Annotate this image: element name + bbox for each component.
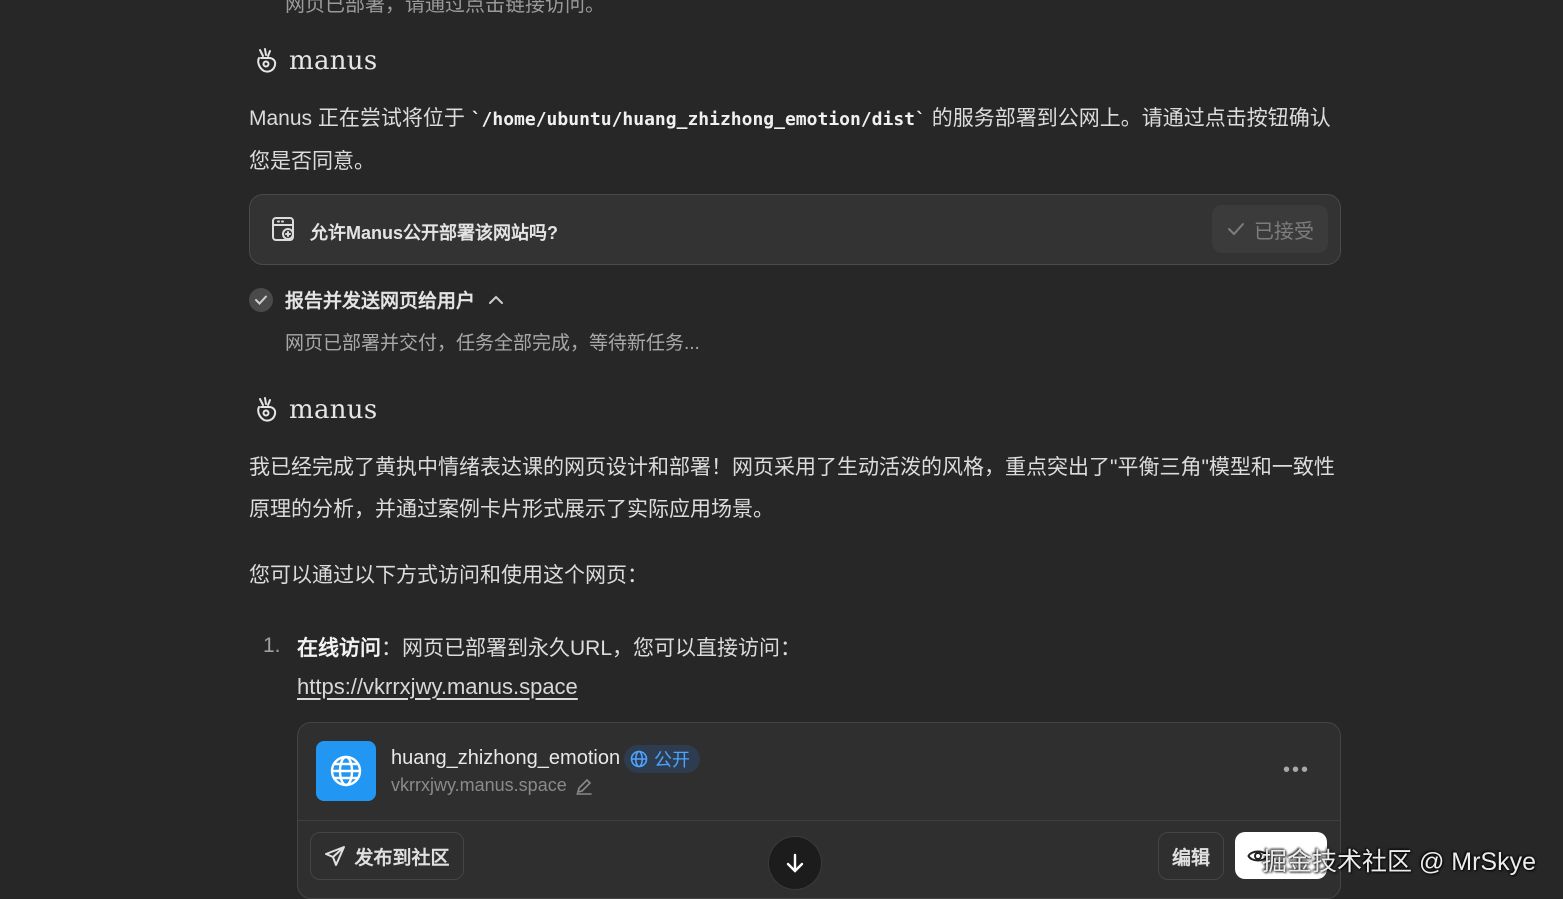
visibility-badge[interactable]: 公开 xyxy=(624,745,700,773)
list-item: 在线访问：网页已部署到永久URL，您可以直接访问： xyxy=(297,627,801,671)
visibility-label: 公开 xyxy=(654,750,690,770)
task-step[interactable]: 报告并发送网页给用户 xyxy=(249,286,505,313)
confirm-question: 允许Manus公开部署该网站吗? xyxy=(310,223,558,243)
public-globe-icon xyxy=(630,750,648,768)
chevron-up-icon[interactable] xyxy=(487,291,505,309)
step-check-icon xyxy=(249,287,273,312)
list-number: 1. xyxy=(263,634,281,657)
access-intro: 您可以通过以下方式访问和使用这个网页： xyxy=(249,564,648,587)
accepted-button[interactable]: 已接受 xyxy=(1212,205,1328,253)
arrow-down-icon xyxy=(786,853,804,873)
edit-button[interactable]: 编辑 xyxy=(1158,832,1224,880)
edit-label: 编辑 xyxy=(1171,847,1210,869)
send-icon xyxy=(325,846,346,866)
site-domain: vkrrxjwy.manus.space xyxy=(391,775,593,796)
check-icon xyxy=(1228,223,1244,236)
site-name: huang_zhizhong_emotion xyxy=(391,747,621,769)
step-title: 报告并发送网页给用户 xyxy=(285,291,476,312)
web-deploy-icon xyxy=(272,217,294,241)
completion-message: 我已经完成了黄执中情绪表达课的网页设计和部署！网页采用了生动活泼的风格，重点突出… xyxy=(249,456,1335,521)
site-card-header: huang_zhizhong_emotion 公开 vkrrxjwy.manus… xyxy=(298,723,1340,821)
site-url-link[interactable]: https://vkrrxjwy.manus.space xyxy=(297,674,578,700)
deploy-path: `/home/ubuntu/huang_zhizhong_emotion/dis… xyxy=(470,109,926,130)
publish-to-community-button[interactable]: 发布到社区 xyxy=(310,832,464,880)
deploy-confirm-box: 允许Manus公开部署该网站吗? 已接受 xyxy=(249,194,1341,265)
globe-icon xyxy=(316,741,376,801)
accepted-label: 已接受 xyxy=(1254,220,1314,243)
step-description: 网页已部署并交付，任务全部完成，等待新任务... xyxy=(285,333,700,354)
deploy-request-message: Manus 正在尝试将位于 `/home/ubuntu/huang_zhizho… xyxy=(249,98,1341,183)
list-item-text: ：网页已部署到永久URL，您可以直接访问： xyxy=(381,637,802,660)
clipped-previous-line: 网页已部署，请通过点击链接访问。 xyxy=(285,0,605,16)
watermark: 掘金技术社区 @ MrSkye xyxy=(1262,848,1536,876)
manus-hand-icon xyxy=(257,397,277,422)
manus-brand: manus xyxy=(251,395,378,425)
brand-name: manus xyxy=(289,46,378,76)
manus-hand-icon xyxy=(257,48,277,73)
site-domain-text: vkrrxjwy.manus.space xyxy=(391,775,567,795)
publish-label: 发布到社区 xyxy=(354,847,450,869)
edit-pencil-icon[interactable] xyxy=(575,777,593,795)
brand-name: manus xyxy=(289,395,378,425)
more-options-icon[interactable]: ••• xyxy=(1283,759,1310,782)
list-item-title: 在线访问 xyxy=(297,637,381,660)
message-text: Manus 正在尝试将位于 xyxy=(249,107,471,130)
manus-brand: manus xyxy=(251,46,378,76)
scroll-to-bottom-button[interactable] xyxy=(768,836,822,890)
